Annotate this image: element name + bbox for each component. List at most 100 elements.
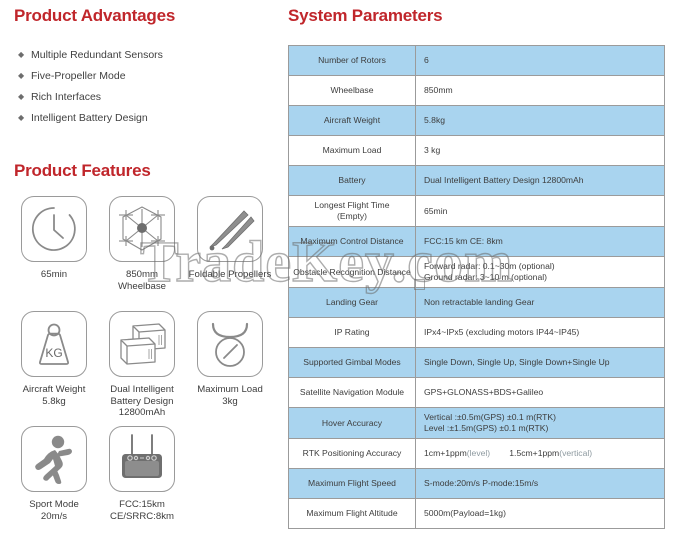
spec-value-part: 1cm+1ppm xyxy=(424,448,467,458)
spec-key: Maximum Control Distance xyxy=(288,226,416,257)
feature-cell: KG Aircraft Weight 5.8kg xyxy=(10,311,98,426)
battery-pack-icon xyxy=(115,318,169,370)
drone-topview-icon-box xyxy=(109,196,175,262)
spec-key: RTK Positioning Accuracy xyxy=(288,438,416,469)
right-column: System Parameters Number of Rotors 6 Wheel… xyxy=(283,0,680,543)
feature-cell: 65min xyxy=(10,196,98,311)
spec-value-part xyxy=(490,448,509,458)
product-features-heading: Product Features xyxy=(14,161,151,180)
spec-key: Wheelbase xyxy=(288,75,416,106)
advantage-item-label: Five-Propeller Mode xyxy=(31,69,126,82)
spec-value: 5000m(Payload=1kg) xyxy=(415,498,665,529)
spec-key: Obstacle Recognition Distance xyxy=(288,256,416,288)
weight-kg-icon-box: KG xyxy=(21,311,87,377)
diamond-bullet-icon: ◆ xyxy=(18,49,25,59)
product-advantages-heading: Product Advantages xyxy=(14,6,176,25)
spec-row: IP Rating IPx4~IPx5 (excluding motors IP4… xyxy=(288,317,665,348)
feature-cell: Maximum Load 3kg xyxy=(186,311,274,426)
system-parameters-heading: System Parameters xyxy=(288,6,443,25)
spec-row: Satellite Navigation Module GPS+GLONASS+B… xyxy=(288,377,665,408)
remote-controller-icon-box xyxy=(109,426,175,492)
spec-row: RTK Positioning Accuracy 1cm+1ppm(level) … xyxy=(288,438,665,469)
spec-row: Obstacle Recognition Distance Forward rad… xyxy=(288,256,665,288)
product-spec-page: Product Advantages ◆ Multiple Redundant S… xyxy=(0,0,680,543)
spec-value: 3 kg xyxy=(415,135,665,166)
drone-topview-icon xyxy=(115,202,169,256)
spec-key: IP Rating xyxy=(288,317,416,348)
remote-controller-icon xyxy=(115,433,169,485)
feature-cell: Dual Intelligent Battery Design 12800mAh xyxy=(98,311,186,426)
feature-cell: 850mm Wheelbase xyxy=(98,196,186,311)
spec-value: Forward radar: 0.1~30m (optional) Ground… xyxy=(415,256,665,288)
spec-key: Maximum Flight Altitude xyxy=(288,498,416,529)
feature-cell: FCC:15km CE/SRRC:8km xyxy=(98,426,186,541)
feature-label: Maximum Load 3kg xyxy=(197,384,263,407)
feature-label: Dual Intelligent Battery Design 12800mAh xyxy=(110,384,174,419)
spec-key: Satellite Navigation Module xyxy=(288,377,416,408)
payload-hook-icon-box xyxy=(197,311,263,377)
spec-row: Hover Accuracy Vertical :±0.5m(GPS) ±0.1 … xyxy=(288,407,665,439)
diamond-bullet-icon: ◆ xyxy=(18,112,25,122)
payload-hook-icon xyxy=(204,319,256,369)
diamond-bullet-icon: ◆ xyxy=(18,70,25,80)
spec-value-part: 1.5cm+1ppm xyxy=(509,448,560,458)
product-advantages-list: ◆ Multiple Redundant Sensors ◆ Five-Propell… xyxy=(18,44,163,128)
spec-row: Number of Rotors 6 xyxy=(288,45,665,76)
clock-icon xyxy=(29,204,79,254)
system-parameters-table: Number of Rotors 6 Wheelbase 850mm Aircraft … xyxy=(288,45,665,529)
spec-value-part: (level) xyxy=(466,448,491,458)
advantage-item: ◆ Intelligent Battery Design xyxy=(18,107,163,128)
spec-row: Landing Gear Non retractable landing Gear xyxy=(288,287,665,318)
spec-row: Maximum Control Distance FCC:15 km CE: 8k… xyxy=(288,226,665,257)
advantage-item-label: Multiple Redundant Sensors xyxy=(31,48,163,61)
spec-row: Battery Dual Intelligent Battery Design 1… xyxy=(288,165,665,196)
clock-icon-box xyxy=(21,196,87,262)
spec-key: Supported Gimbal Modes xyxy=(288,347,416,378)
weight-kg-icon: KG xyxy=(28,318,80,370)
advantage-item: ◆ Five-Propeller Mode xyxy=(18,65,163,86)
spec-key: Number of Rotors xyxy=(288,45,416,76)
svg-text:KG: KG xyxy=(45,346,62,360)
feature-cell: Sport Mode 20m/s xyxy=(10,426,98,541)
spec-row: Longest Flight Time (Empty) 65min xyxy=(288,195,665,227)
battery-pack-icon-box xyxy=(109,311,175,377)
spec-row: Maximum Flight Speed S-mode:20m/s P-mode:… xyxy=(288,468,665,499)
spec-value: 6 xyxy=(415,45,665,76)
feature-label: FCC:15km CE/SRRC:8km xyxy=(110,499,174,522)
spec-value-part: (vertical) xyxy=(559,448,593,458)
spec-key: Hover Accuracy xyxy=(288,407,416,439)
spec-key: Maximum Flight Speed xyxy=(288,468,416,499)
spec-value: Non retractable landing Gear xyxy=(415,287,665,318)
advantage-item-label: Intelligent Battery Design xyxy=(31,111,148,124)
foldable-propeller-icon-box xyxy=(197,196,263,262)
spec-row: Wheelbase 850mm xyxy=(288,75,665,106)
spec-value: 65min xyxy=(415,195,665,227)
spec-value: 1cm+1ppm(level) 1.5cm+1ppm(vertical) xyxy=(415,438,665,469)
diamond-bullet-icon: ◆ xyxy=(18,91,25,101)
spec-value: GPS+GLONASS+BDS+Galileo xyxy=(415,377,665,408)
feature-label: Aircraft Weight 5.8kg xyxy=(22,384,86,407)
spec-key: Maximum Load xyxy=(288,135,416,166)
spec-key: Longest Flight Time (Empty) xyxy=(288,195,416,227)
feature-label: Sport Mode 20m/s xyxy=(29,499,79,522)
spec-row: Maximum Load 3 kg xyxy=(288,135,665,166)
advantage-item: ◆ Rich Interfaces xyxy=(18,86,163,107)
running-man-icon-box xyxy=(21,426,87,492)
spec-value: S-mode:20m/s P-mode:15m/s xyxy=(415,468,665,499)
spec-value: 5.8kg xyxy=(415,105,665,136)
spec-row: Aircraft Weight 5.8kg xyxy=(288,105,665,136)
foldable-propeller-icon xyxy=(204,203,256,255)
advantage-item-label: Rich Interfaces xyxy=(31,90,102,103)
product-features-grid: 65min 850mm Wheelbase Foldable Propeller… xyxy=(10,196,283,541)
spec-value: Dual Intelligent Battery Design 12800mAh xyxy=(415,165,665,196)
feature-label: 850mm Wheelbase xyxy=(118,269,166,292)
spec-value: Vertical :±0.5m(GPS) ±0.1 m(RTK) Level :… xyxy=(415,407,665,439)
spec-value: Single Down, Single Up, Single Down+Sing… xyxy=(415,347,665,378)
spec-row: Maximum Flight Altitude 5000m(Payload=1kg… xyxy=(288,498,665,529)
spec-value: 850mm xyxy=(415,75,665,106)
feature-label: 65min xyxy=(40,269,68,280)
feature-label: Foldable Propellers xyxy=(188,269,272,280)
left-column: Product Advantages ◆ Multiple Redundant S… xyxy=(0,0,283,543)
spec-key: Aircraft Weight xyxy=(288,105,416,136)
spec-key: Landing Gear xyxy=(288,287,416,318)
